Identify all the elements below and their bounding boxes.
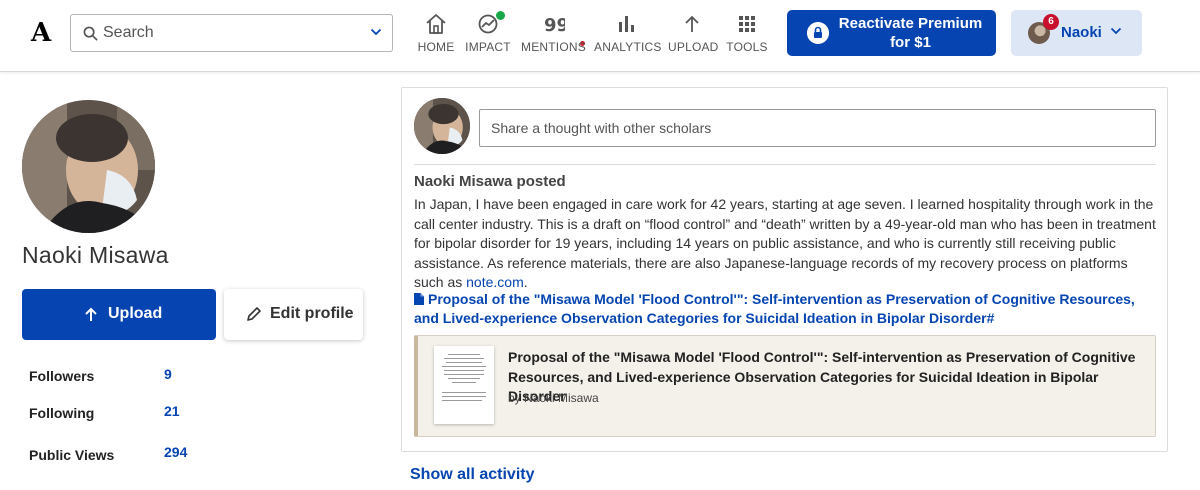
nav-impact[interactable]: IMPACT xyxy=(465,10,511,60)
profile-photo[interactable] xyxy=(22,100,155,233)
premium-line-2: for $1 xyxy=(890,34,931,51)
impact-notification-dot xyxy=(496,11,505,20)
search-icon xyxy=(83,26,98,41)
composer-avatar-image xyxy=(414,98,470,154)
top-navigation-bar: A HOME IMPACT 99 MENTIONS xyxy=(0,0,1200,72)
academia-logo[interactable]: A xyxy=(31,18,51,48)
reactivate-premium-button[interactable]: Reactivate Premium for $1 xyxy=(787,10,996,56)
lock-icon xyxy=(807,22,829,44)
nav-mentions[interactable]: 99 MENTIONS xyxy=(521,10,586,60)
note-com-link[interactable]: note.com xyxy=(466,274,524,290)
nav-analytics-label: ANALYTICS xyxy=(594,40,662,54)
activity-card: Naoki Misawa posted In Japan, I have bee… xyxy=(401,87,1168,452)
nav-upload[interactable]: UPLOAD xyxy=(668,10,719,60)
paper-thumbnail xyxy=(434,346,494,424)
notification-badge: 6 xyxy=(1043,14,1059,30)
following-label[interactable]: Following xyxy=(29,405,94,421)
home-icon xyxy=(426,14,446,34)
user-menu-button[interactable]: 6 Naoki xyxy=(1011,10,1142,56)
public-views-label[interactable]: Public Views xyxy=(29,447,114,463)
pencil-icon xyxy=(247,307,261,321)
nav-tools[interactable]: TOOLS xyxy=(726,10,768,60)
paper-preview-card[interactable]: Proposal of the "Misawa Model 'Flood Con… xyxy=(414,335,1156,437)
nav-impact-label: IMPACT xyxy=(465,40,511,54)
upload-button-label: Upload xyxy=(108,305,163,322)
public-views-count[interactable]: 294 xyxy=(164,444,187,460)
share-thought-input[interactable] xyxy=(479,109,1156,147)
paper-author: by Naoki Misawa xyxy=(508,391,599,405)
paper-title[interactable]: Proposal of the "Misawa Model 'Flood Con… xyxy=(508,348,1148,407)
chevron-down-icon[interactable] xyxy=(370,28,382,36)
profile-name: Naoki Misawa xyxy=(22,242,169,268)
show-all-activity-link[interactable]: Show all activity xyxy=(410,466,534,484)
search-input[interactable] xyxy=(103,21,353,45)
nav-upload-label: UPLOAD xyxy=(668,40,719,54)
composer-avatar xyxy=(414,98,470,154)
arrow-up-icon xyxy=(85,307,97,321)
svg-text:99: 99 xyxy=(544,15,565,36)
divider xyxy=(414,164,1156,165)
paper-link-text: Proposal of the "Misawa Model 'Flood Con… xyxy=(414,291,1135,326)
nav-tools-label: TOOLS xyxy=(726,40,768,54)
nav-analytics[interactable]: ANALYTICS xyxy=(594,10,662,60)
edit-profile-label: Edit profile xyxy=(270,305,354,322)
post-body: In Japan, I have been engaged in care wo… xyxy=(414,195,1159,293)
nav-home-label: HOME xyxy=(417,40,455,54)
arrow-up-icon xyxy=(685,15,699,32)
bar-chart-icon xyxy=(619,16,634,32)
quote-icon: 99 xyxy=(544,15,565,36)
chevron-down-icon xyxy=(1110,27,1122,35)
edit-profile-button[interactable]: Edit profile xyxy=(224,289,363,340)
followers-count[interactable]: 9 xyxy=(164,366,172,382)
nav-home[interactable]: HOME xyxy=(415,10,457,60)
paper-link[interactable]: Proposal of the "Misawa Model 'Flood Con… xyxy=(414,290,1159,328)
post-author-line: Naoki Misawa posted xyxy=(414,173,566,190)
nav-mentions-label: MENTIONS xyxy=(521,40,586,54)
document-icon xyxy=(414,293,424,305)
premium-line-1: Reactivate Premium xyxy=(838,15,983,32)
followers-label[interactable]: Followers xyxy=(29,368,94,384)
upload-button[interactable]: Upload xyxy=(22,289,216,340)
user-name: Naoki xyxy=(1061,24,1102,41)
following-count[interactable]: 21 xyxy=(164,403,180,419)
search-box[interactable] xyxy=(70,14,393,52)
grid-icon xyxy=(739,16,755,32)
profile-photo-image xyxy=(22,100,155,233)
post-body-end: . xyxy=(523,274,528,290)
